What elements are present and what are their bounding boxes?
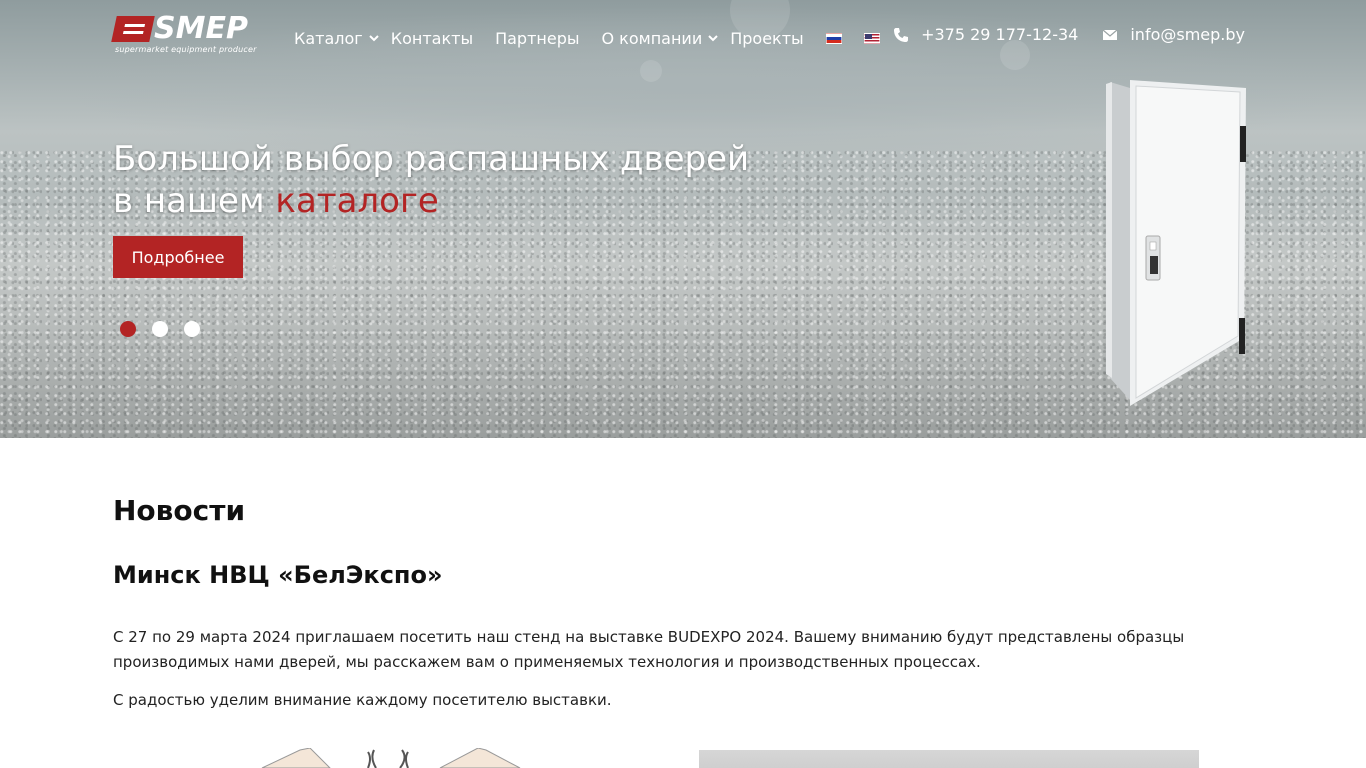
slider-dot-2[interactable]: [152, 321, 168, 337]
hero-title-prefix: в нашем: [113, 181, 276, 221]
phone-icon: [894, 27, 909, 42]
language-en-flag[interactable]: [863, 32, 880, 44]
nav-item-label: О компании: [601, 28, 703, 48]
nav-item-catalog[interactable]: Каталог: [294, 29, 379, 48]
nav-item-projects[interactable]: Проекты: [730, 29, 803, 48]
hero-banner: SMEP supermarket equipment producer Ката…: [0, 0, 1366, 438]
slider-dots: [120, 321, 216, 337]
nav-item-contacts[interactable]: Контакты: [391, 29, 473, 48]
news-image-left: [261, 748, 521, 768]
swing-door-image: [1106, 80, 1246, 406]
nav-item-about[interactable]: О компании: [601, 29, 718, 48]
nav-item-label: Проекты: [730, 28, 804, 48]
news-paragraph: С радостью уделим внимание каждому посет…: [113, 691, 612, 709]
nav-item-label: Каталог: [294, 28, 363, 48]
slider-dot-3[interactable]: [184, 321, 200, 337]
main-nav: Каталог Контакты Партнеры О компании Про…: [294, 27, 902, 49]
nav-item-label: Контакты: [390, 28, 474, 48]
chevron-down-icon: [369, 35, 379, 42]
more-button[interactable]: Подробнее: [113, 236, 243, 278]
logo-mark: [111, 16, 155, 42]
news-article-title[interactable]: Минск НВЦ «БелЭкспо»: [113, 561, 443, 589]
hero-title: Большой выбор распашных дверей в нашем к…: [113, 138, 749, 222]
chevron-down-icon: [708, 35, 718, 42]
phone-link[interactable]: +375 29 177-12-34: [893, 25, 1078, 44]
hero-title-accent[interactable]: каталоге: [275, 181, 438, 221]
logo-name: SMEP: [154, 11, 248, 46]
email-address: info@smep.by: [1130, 25, 1245, 44]
nav-item-label: Партнеры: [495, 28, 580, 48]
news-image-right: [699, 750, 1199, 768]
logo[interactable]: SMEP supermarket equipment producer: [111, 11, 270, 56]
hero-title-line1: Большой выбор распашных дверей: [113, 139, 750, 179]
news-paragraph: С 27 по 29 марта 2024 приглашаем посетит…: [113, 628, 1185, 671]
hero-title-line2: в нашем каталоге: [113, 180, 749, 222]
email-link[interactable]: info@smep.by: [1102, 25, 1245, 44]
slider-dot-1[interactable]: [120, 321, 136, 337]
nav-item-partners[interactable]: Партнеры: [495, 29, 579, 48]
header-contacts: +375 29 177-12-34 info@smep.by: [893, 25, 1245, 44]
section-title: Новости: [113, 494, 246, 527]
language-ru-flag[interactable]: [825, 32, 842, 44]
logo-tagline: supermarket equipment producer: [115, 45, 257, 54]
phone-number: +375 29 177-12-34: [921, 25, 1079, 44]
envelope-icon: [1102, 29, 1118, 40]
